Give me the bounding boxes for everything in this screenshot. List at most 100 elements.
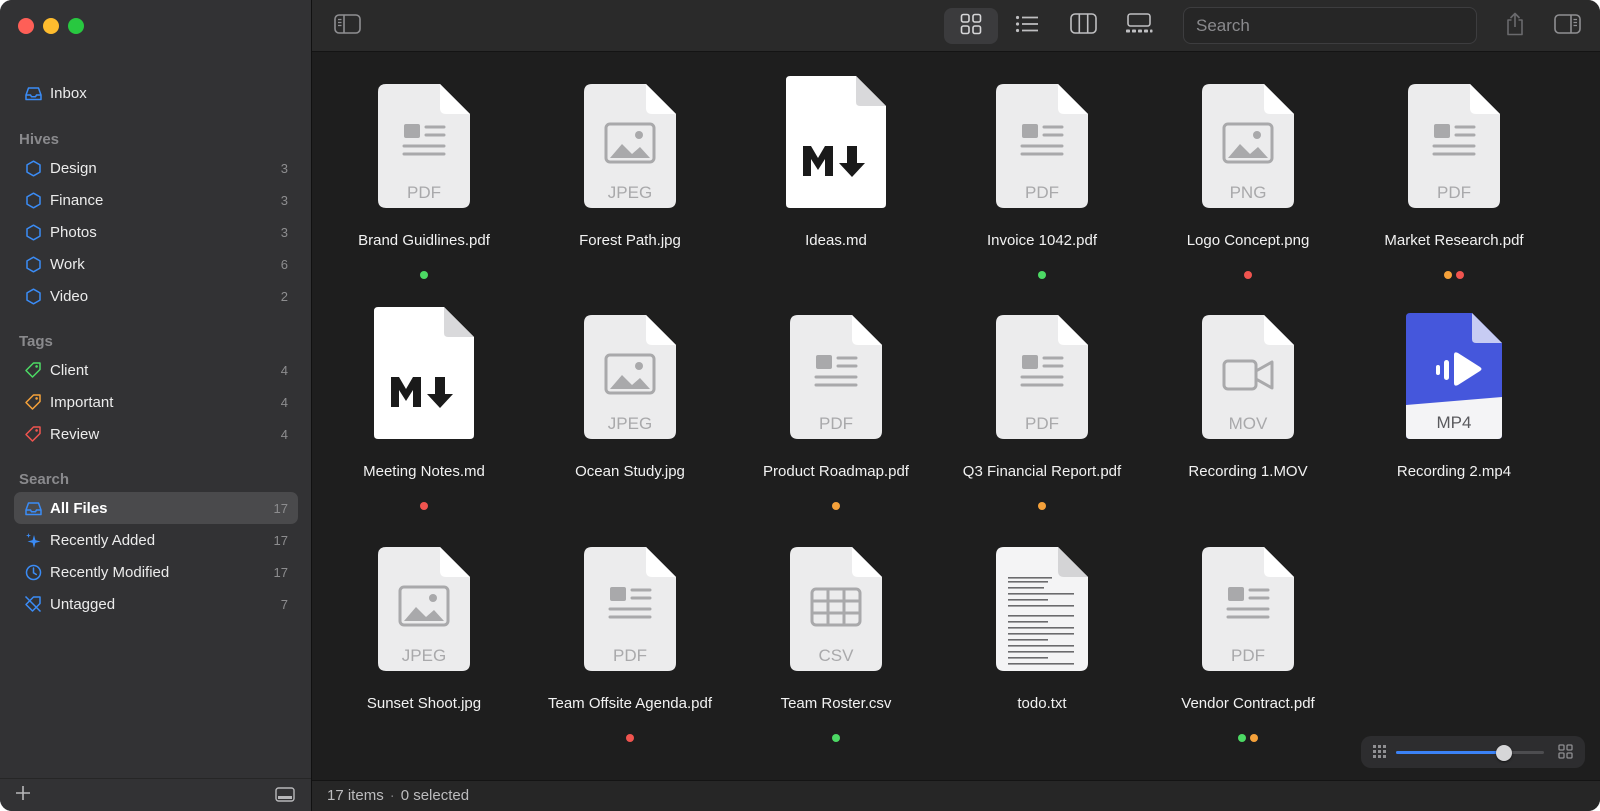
tag-dot	[1444, 271, 1452, 279]
svg-text:PDF: PDF	[613, 646, 647, 665]
file-item[interactable]: PDF Q3 Financial Report.pdf	[937, 283, 1147, 515]
sidebar-item-tag-client[interactable]: Client 4	[14, 354, 298, 386]
sidebar-item-recently-added[interactable]: Recently Added 17	[14, 524, 298, 556]
file-item[interactable]: PDF Market Research.pdf	[1349, 52, 1559, 284]
file-item[interactable]: PNG Logo Concept.png	[1143, 52, 1353, 284]
sidebar-item-label: Recently Modified	[50, 563, 170, 581]
small-grid-icon	[1373, 745, 1386, 763]
slider-track[interactable]	[1396, 745, 1544, 761]
svg-text:JPEG: JPEG	[608, 183, 652, 202]
sparkle-icon	[24, 531, 42, 549]
sidebar-footer	[0, 778, 311, 811]
sidebar-item-label: Finance	[50, 191, 104, 209]
sidebar-item-design[interactable]: Design 3	[14, 152, 298, 184]
sidebar-item-inbox[interactable]: Inbox	[14, 77, 298, 109]
file-tags	[1143, 271, 1353, 279]
file-tags	[731, 502, 941, 510]
file-item[interactable]: Meeting Notes.md	[319, 283, 529, 515]
sidebar-item-label: Work	[50, 255, 85, 273]
tag-icon	[24, 361, 42, 379]
sidebar-item-tag-important[interactable]: Important 4	[14, 386, 298, 418]
file-item[interactable]: PDF Product Roadmap.pdf	[731, 283, 941, 515]
svg-text:PDF: PDF	[1025, 183, 1059, 202]
list-view-button[interactable]	[1000, 8, 1054, 44]
pdf-file-icon: PDF	[994, 82, 1090, 215]
zoom-window-button[interactable]	[68, 18, 84, 34]
text-file-icon	[994, 545, 1090, 678]
sidebar-item-work[interactable]: Work 6	[14, 248, 298, 280]
hive-icon	[24, 287, 42, 305]
grid-view-icon	[960, 13, 982, 40]
image-file-icon: JPEG	[582, 82, 678, 215]
file-item[interactable]: PDF Vendor Contract.pdf	[1143, 515, 1353, 747]
tag-dot	[1244, 271, 1252, 279]
file-item[interactable]: JPEG Forest Path.jpg	[525, 52, 735, 284]
video-file-icon: MOV	[1200, 313, 1296, 446]
sidebar-item-label: Design	[50, 159, 97, 177]
sidebar-item-count: 3	[280, 192, 288, 208]
sidebar-item-video[interactable]: Video 2	[14, 280, 298, 312]
slider-fill	[1396, 751, 1505, 754]
file-tags	[937, 502, 1147, 510]
add-icon[interactable]	[14, 784, 32, 806]
large-grid-icon	[1558, 744, 1573, 764]
slider-knob[interactable]	[1496, 745, 1513, 761]
toggle-sidebar-button[interactable]	[320, 8, 374, 44]
tag-dot	[832, 734, 840, 742]
sidebar-item-label: Review	[50, 425, 100, 443]
close-window-button[interactable]	[18, 18, 34, 34]
svg-text:MP4: MP4	[1437, 413, 1472, 432]
sidebar-item-recently-modified[interactable]: Recently Modified 17	[14, 556, 298, 588]
file-item[interactable]: PDF Invoice 1042.pdf	[937, 52, 1147, 284]
tag-dot	[832, 502, 840, 510]
sidebar-item-count: 7	[280, 596, 288, 612]
tag-dot	[420, 502, 428, 510]
file-item[interactable]: PDF Brand Guidlines.pdf	[319, 52, 529, 284]
tag-dot	[1038, 271, 1046, 279]
sidebar-item-all-files[interactable]: All Files 17	[14, 492, 298, 524]
sidebar-item-tag-review[interactable]: Review 4	[14, 418, 298, 450]
svg-text:JPEG: JPEG	[608, 414, 652, 433]
hive-icon	[24, 191, 42, 209]
file-item[interactable]: todo.txt	[937, 515, 1147, 747]
markdown-file-icon	[372, 305, 476, 448]
hive-icon	[24, 223, 42, 241]
svg-text:PDF: PDF	[407, 183, 441, 202]
column-view-button[interactable]	[1056, 8, 1110, 44]
image-file-icon: JPEG	[376, 545, 472, 678]
minimize-window-button[interactable]	[43, 18, 59, 34]
gallery-view-button[interactable]	[1112, 8, 1166, 44]
icon-size-slider[interactable]	[1361, 736, 1585, 768]
share-button[interactable]	[1488, 8, 1542, 44]
sidebar-item-finance[interactable]: Finance 3	[14, 184, 298, 216]
search-input[interactable]: Search	[1183, 7, 1477, 44]
sidebar-item-untagged[interactable]: Untagged 7	[14, 588, 298, 620]
pdf-file-icon: PDF	[1200, 545, 1296, 678]
file-item[interactable]: JPEG Ocean Study.jpg	[525, 283, 735, 515]
tag-dot	[1238, 734, 1246, 742]
file-item[interactable]: JPEG Sunset Shoot.jpg	[319, 515, 529, 747]
pdf-file-icon: PDF	[376, 82, 472, 215]
grid-view-button[interactable]	[944, 8, 998, 44]
pdf-file-icon: PDF	[788, 313, 884, 446]
share-icon	[1505, 12, 1525, 41]
file-item[interactable]: CSV Team Roster.csv	[731, 515, 941, 747]
toggle-inspector-button[interactable]	[1540, 8, 1594, 44]
clock-icon	[24, 563, 42, 581]
tag-icon	[24, 425, 42, 443]
sidebar-item-count: 3	[280, 160, 288, 176]
image-file-icon: PNG	[1200, 82, 1296, 215]
column-view-icon	[1069, 13, 1097, 39]
window-controls	[18, 18, 84, 34]
sidebar-icon	[333, 13, 361, 39]
sidebar-item-photos[interactable]: Photos 3	[14, 216, 298, 248]
mp4-file-icon: MP4	[1404, 311, 1504, 446]
file-item[interactable]: MOV Recording 1.MOV	[1143, 283, 1353, 515]
file-item[interactable]: PDF Team Offsite Agenda.pdf	[525, 515, 735, 747]
file-item[interactable]: Ideas.md	[731, 52, 941, 284]
sidebar-item-count: 2	[280, 288, 288, 304]
item-count: 17 items	[327, 787, 384, 804]
bottom-panel-icon[interactable]	[275, 787, 295, 807]
file-item[interactable]: MP4 Recording 2.mp4	[1349, 283, 1559, 515]
svg-text:CSV: CSV	[819, 646, 855, 665]
